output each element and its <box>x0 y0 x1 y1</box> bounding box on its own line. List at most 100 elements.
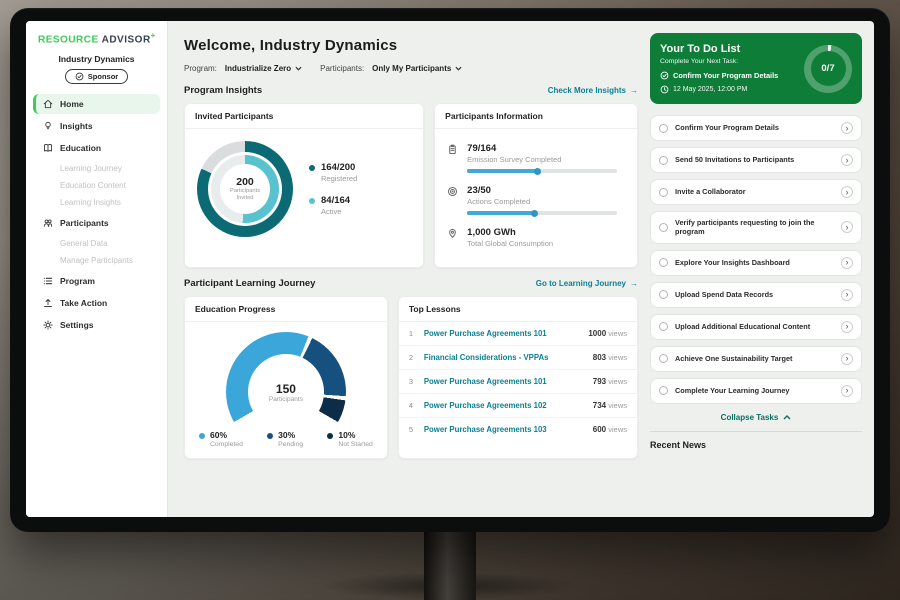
program-insights-header: Program Insights Check More Insights <box>184 85 638 96</box>
sidebar-item-program[interactable]: Program <box>33 271 160 291</box>
sidebar-item-label: Participants <box>60 218 109 228</box>
sidebar-item-education-content[interactable]: Education Content <box>26 177 167 194</box>
todo-subtitle: Complete Your Next Task: <box>660 58 796 65</box>
lesson-views-value: 734 <box>593 401 606 410</box>
sidebar: RESOURCE ADVISOR+ Industry Dynamics Spon… <box>26 21 168 517</box>
todo-next-task[interactable]: Confirm Your Program Details <box>660 71 796 80</box>
collapse-tasks-button[interactable]: Collapse Tasks <box>650 413 862 422</box>
section-title-learning-journey: Participant Learning Journey <box>184 278 315 289</box>
task-checkbox[interactable] <box>659 290 668 299</box>
task-checkbox[interactable] <box>659 156 668 165</box>
task-chevron-icon[interactable] <box>841 221 853 233</box>
check-more-insights-link[interactable]: Check More Insights <box>548 86 638 95</box>
sidebar-item-learning-journey[interactable]: Learning Journey <box>26 160 167 177</box>
task-chevron-icon[interactable] <box>841 186 853 198</box>
task-chevron-icon[interactable] <box>841 122 853 134</box>
donut-center-label: Participants Invited <box>224 188 266 201</box>
lesson-views-label: views <box>608 425 627 434</box>
invited-participants-title: Invited Participants <box>185 104 423 129</box>
lesson-views-value: 803 <box>593 353 606 362</box>
survey-icon <box>447 144 458 155</box>
todo-due-date: 12 May 2025, 12:00 PM <box>660 85 796 94</box>
task-item[interactable]: Complete Your Learning Journey <box>650 378 862 404</box>
task-chevron-icon[interactable] <box>841 289 853 301</box>
target-icon <box>447 186 458 197</box>
sidebar-item-home[interactable]: Home <box>33 94 160 114</box>
task-checkbox[interactable] <box>659 124 668 133</box>
registered-label: Registered <box>321 174 357 183</box>
lesson-views-value: 793 <box>593 377 606 386</box>
lesson-link[interactable]: Power Purchase Agreements 103 <box>424 425 586 434</box>
lesson-link[interactable]: Power Purchase Agreements 101 <box>424 377 586 386</box>
pending-dot-icon <box>267 433 273 439</box>
actions-completed-value: 23/50 <box>467 185 617 196</box>
program-insights-cards: Invited Participants 200 Participants In… <box>184 103 638 268</box>
list-icon <box>43 276 53 286</box>
sidebar-item-learning-insights[interactable]: Learning Insights <box>26 194 167 211</box>
task-item[interactable]: Upload Spend Data Records <box>650 282 862 308</box>
active-label: Active <box>321 207 350 216</box>
sponsor-badge[interactable]: Sponsor <box>65 69 128 84</box>
task-item[interactable]: Verify participants requesting to join t… <box>650 211 862 244</box>
top-lessons-body: 1 Power Purchase Agreements 101 1000 vie… <box>399 322 637 441</box>
app-logo: RESOURCE ADVISOR+ <box>26 31 167 45</box>
task-item[interactable]: Confirm Your Program Details <box>650 115 862 141</box>
sidebar-item-education[interactable]: Education <box>33 138 160 158</box>
registered-dot-icon <box>309 165 315 171</box>
task-checkbox[interactable] <box>659 322 668 331</box>
task-item[interactable]: Achieve One Sustainability Target <box>650 346 862 372</box>
legend-active: 84/164 Active <box>309 195 357 216</box>
people-icon <box>43 218 53 228</box>
lesson-link[interactable]: Financial Considerations - VPPAs <box>424 353 586 362</box>
sidebar-item-take-action[interactable]: Take Action <box>33 293 160 313</box>
sidebar-item-general-data[interactable]: General Data <box>26 235 167 252</box>
page-title: Welcome, Industry Dynamics <box>184 37 638 54</box>
not-started-dot-icon <box>327 433 333 439</box>
sidebar-item-settings[interactable]: Settings <box>33 315 160 335</box>
task-item[interactable]: Send 50 Invitations to Participants <box>650 147 862 173</box>
logo-resource: RESOURCE <box>38 34 99 45</box>
task-item[interactable]: Upload Additional Educational Content <box>650 314 862 340</box>
stat-emission-survey: 79/164 Emission Survey Completed <box>447 137 625 179</box>
task-chevron-icon[interactable] <box>841 353 853 365</box>
program-select[interactable]: Industrialize Zero <box>225 64 302 73</box>
task-chevron-icon[interactable] <box>841 154 853 166</box>
todo-column: Your To Do List Complete Your Next Task:… <box>650 33 862 517</box>
go-to-learning-journey-link[interactable]: Go to Learning Journey <box>536 279 638 288</box>
not-started-label: Not Started <box>338 441 372 448</box>
task-chevron-icon[interactable] <box>841 321 853 333</box>
completed-label: Completed <box>210 441 243 448</box>
task-chevron-icon[interactable] <box>841 257 853 269</box>
sidebar-item-label: Program <box>60 276 95 286</box>
task-chevron-icon[interactable] <box>841 385 853 397</box>
education-progress-title: Education Progress <box>185 297 387 322</box>
task-checkbox[interactable] <box>659 188 668 197</box>
book-icon <box>43 143 53 153</box>
sidebar-item-participants[interactable]: Participants <box>33 213 160 233</box>
task-checkbox[interactable] <box>659 258 668 267</box>
sponsor-check-icon <box>75 72 84 81</box>
participants-select[interactable]: Only My Participants <box>372 64 462 73</box>
task-checkbox[interactable] <box>659 386 668 395</box>
task-checkbox[interactable] <box>659 223 668 232</box>
upload-icon <box>43 298 53 308</box>
task-item[interactable]: Explore Your Insights Dashboard <box>650 250 862 276</box>
active-dot-icon <box>309 198 315 204</box>
learning-journey-header: Participant Learning Journey Go to Learn… <box>184 278 638 289</box>
completed-dot-icon <box>199 433 205 439</box>
gauge-center-label: Participants <box>269 396 303 403</box>
task-checkbox[interactable] <box>659 354 668 363</box>
sidebar-item-manage-participants[interactable]: Manage Participants <box>26 252 167 269</box>
lesson-link[interactable]: Power Purchase Agreements 101 <box>424 329 582 338</box>
task-item[interactable]: Invite a Collaborator <box>650 179 862 205</box>
legend-not-started: 10% Not Started <box>327 430 372 448</box>
sidebar-item-insights[interactable]: Insights <box>33 116 160 136</box>
center-column: Welcome, Industry Dynamics Program: Indu… <box>184 33 638 517</box>
sidebar-item-label: Insights <box>60 121 93 131</box>
lesson-rank: 3 <box>409 377 417 386</box>
pending-value: 30% <box>278 430 303 440</box>
lesson-link[interactable]: Power Purchase Agreements 102 <box>424 401 586 410</box>
todo-summary-card: Your To Do List Complete Your Next Task:… <box>650 33 862 104</box>
legend-completed: 60% Completed <box>199 430 243 448</box>
emission-survey-value: 79/164 <box>467 143 617 154</box>
